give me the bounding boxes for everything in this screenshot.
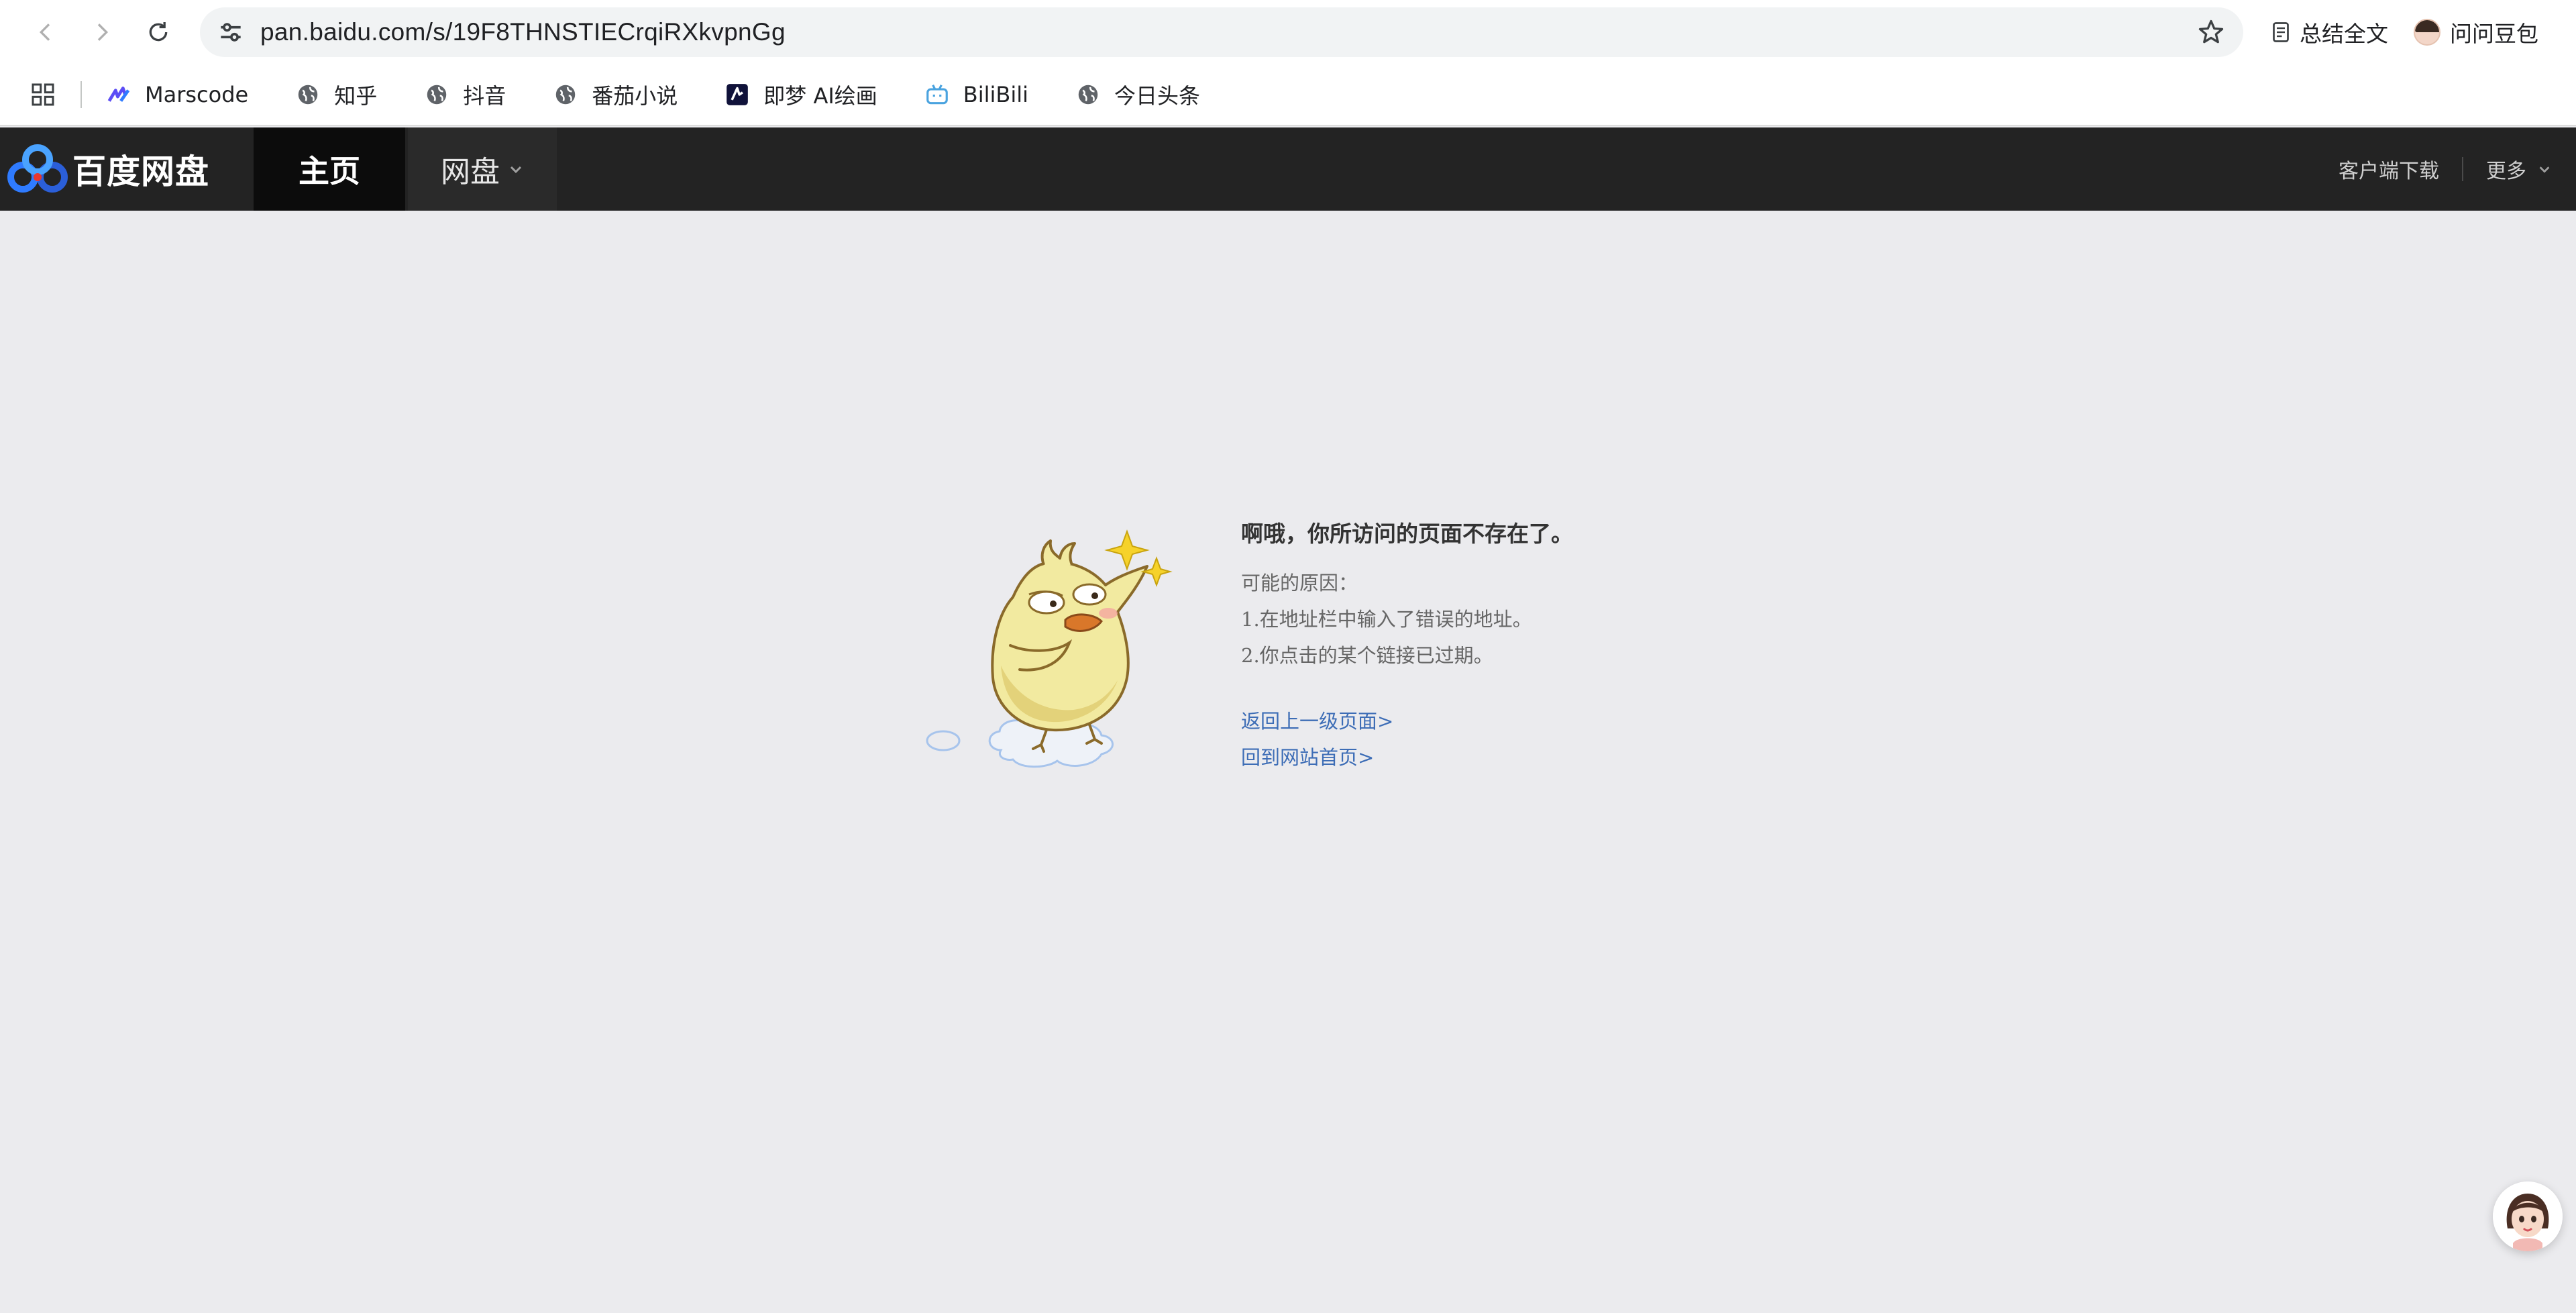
error-reason-item: 1.在地址栏中输入了错误的地址。 [1241,608,1532,631]
page-content: 啊哦，你所访问的页面不存在了。 可能的原因： 1.在地址栏中输入了错误的地址。 … [0,211,2576,1313]
summarize-label: 总结全文 [2300,21,2388,47]
chevron-down-icon [2539,166,2550,173]
more-menu[interactable]: 更多 [2486,154,2552,184]
globe-icon [298,85,318,105]
globe-icon [427,85,447,105]
reload-icon [149,22,168,42]
browser-toolbar: pan.baidu.com/s/19F8THNSTIECrqiRXkvpnGg … [0,0,2576,64]
error-reason-item: 2.你点击的某个链接已过期。 [1241,644,1493,667]
doubao-avatar-icon [2414,19,2440,46]
nav-pan-dropdown[interactable]: 网盘 [408,127,557,211]
summarize-button[interactable]: 总结全文 [2269,16,2388,48]
back-to-previous-link[interactable]: 返回上一级页面> [1241,703,1778,739]
back-to-home-link[interactable]: 回到网站首页> [1241,739,1778,776]
error-reason-label: 可能的原因： [1241,572,1358,594]
address-bar[interactable]: pan.baidu.com/s/19F8THNSTIECrqiRXkvpnGg [200,7,2243,57]
bookmark-label: 知乎 [334,83,378,109]
bookmark-label: 即梦 AI绘画 [763,83,877,109]
nav-home[interactable]: 主页 [254,127,405,211]
globe-icon [556,85,576,105]
bookmark-zhihu[interactable]: 知乎 [283,73,389,116]
bookmark-toutiao[interactable]: 今日头条 [1063,73,1212,116]
error-message: 啊哦，你所访问的页面不存在了。 可能的原因： 1.在地址栏中输入了错误的地址。 … [1241,518,1778,776]
logo-text: 百度网盘 [72,152,209,191]
bookmark-label: 番茄小说 [592,83,678,109]
more-label: 更多 [2486,160,2526,183]
client-download-link[interactable]: 客户端下载 [2339,154,2439,184]
assistant-float-button[interactable] [2493,1181,2563,1251]
site-settings-icon[interactable] [216,17,246,47]
site-header: 百度网盘 主页 网盘 客户端下载 更多 [0,127,2576,211]
globe-icon [1078,85,1098,105]
reload-button[interactable] [131,5,185,59]
bookmark-fanqie[interactable]: 番茄小说 [541,73,690,116]
back-button[interactable] [19,5,72,59]
baidu-pan-logo[interactable]: 百度网盘 [0,127,254,211]
arrow-right-icon [97,23,109,41]
bookmark-label: 今日头条 [1114,83,1201,109]
bookmark-label: BiliBili [963,82,1029,107]
bookmarks-bar: Marscode 知乎 抖音 番茄小说 即梦 AI绘画 BiliBili 今日头… [0,64,2576,126]
header-right: 客户端下载 更多 [2339,127,2552,211]
bookmarks-divider [80,81,82,108]
error-title: 啊哦，你所访问的页面不存在了。 [1241,521,1573,547]
jimeng-icon [727,84,749,105]
url-text[interactable]: pan.baidu.com/s/19F8THNSTIECrqiRXkvpnGg [260,18,786,46]
baidu-pan-cloud-icon [7,144,68,193]
chevron-down-icon [510,166,522,174]
header-divider [2462,157,2463,181]
ask-doubao-label: 问问豆包 [2450,21,2538,47]
bookmark-label: 抖音 [463,83,506,109]
nav-pan-label: 网盘 [441,155,500,189]
bookmark-label: Marscode [145,82,249,107]
nav-home-label: 主页 [299,153,360,189]
marscode-icon [107,87,130,102]
bookmark-star-icon[interactable] [2196,17,2226,47]
summary-icon [2273,22,2289,42]
ask-doubao-button[interactable]: 问问豆包 [2414,16,2538,48]
apps-grid-icon[interactable] [30,81,56,108]
bookmark-marscode[interactable]: Marscode [94,73,260,116]
bookmark-bilibili[interactable]: BiliBili [912,73,1040,116]
error-links: 返回上一级页面> 回到网站首页> [1241,703,1778,776]
bilibili-icon [926,85,948,105]
arrow-left-icon [39,23,50,41]
bookmark-jimeng[interactable]: 即梦 AI绘画 [712,73,890,116]
bookmark-douyin[interactable]: 抖音 [412,73,518,116]
confused-chick-illustration [926,529,1173,768]
forward-button[interactable] [75,5,129,59]
assistant-avatar-icon [2493,1181,2563,1251]
